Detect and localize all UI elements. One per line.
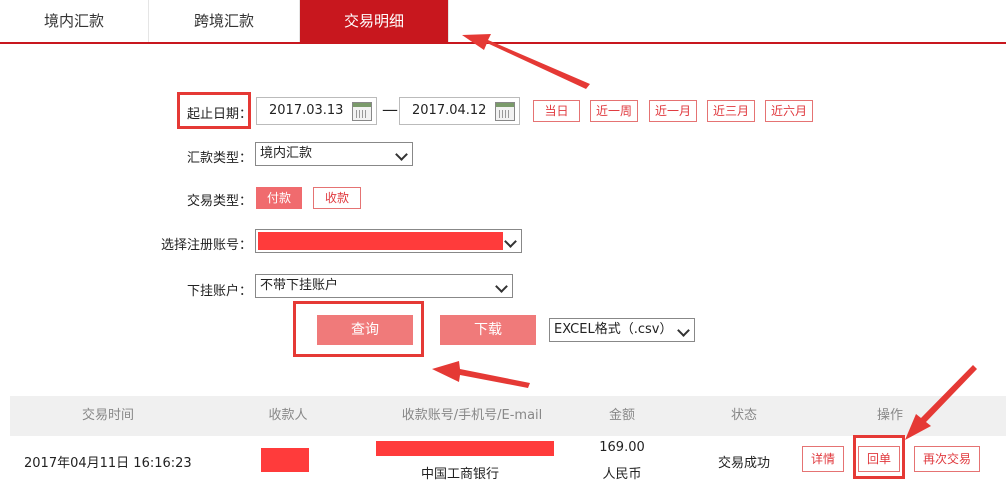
arrow-to-tab: [462, 34, 590, 89]
annotation-arrows: [432, 34, 977, 440]
arrow-to-receipt: [905, 365, 977, 440]
arrow-to-query: [432, 361, 530, 388]
